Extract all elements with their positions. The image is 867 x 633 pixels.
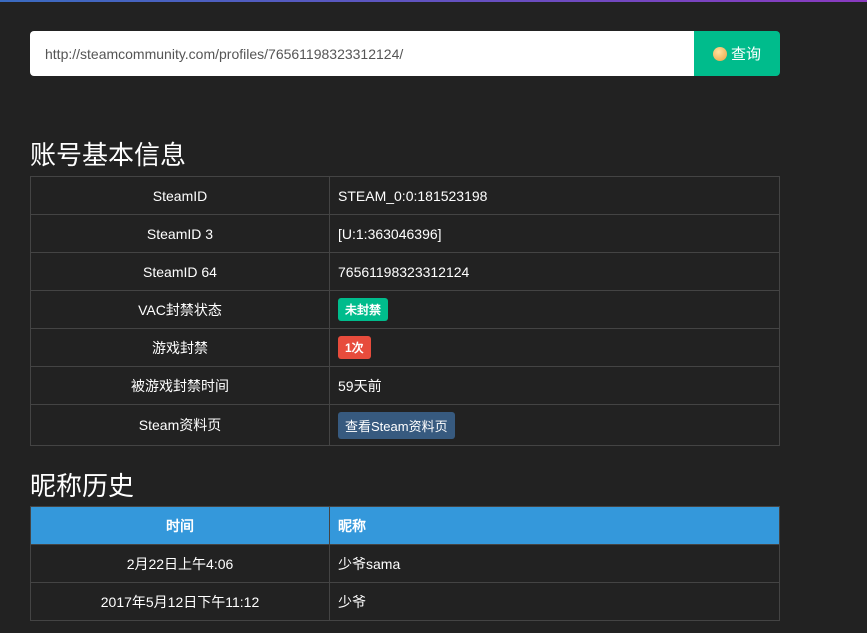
row-label: SteamID 64 [30, 252, 330, 291]
row-label: Steam资料页 [30, 404, 330, 446]
row-nickname: 少爷 [329, 582, 780, 621]
table-row: SteamID 3 [U:1:363046396] [30, 214, 780, 253]
table-row: SteamID 64 76561198323312124 [30, 252, 780, 291]
smiley-icon [712, 46, 727, 61]
row-time: 2月22日上午4:06 [30, 544, 330, 583]
table-row: 2月22日上午4:06 少爷sama [30, 544, 780, 583]
row-value: 59天前 [329, 366, 780, 405]
search-bar: 查询 [30, 31, 780, 76]
query-button[interactable]: 查询 [694, 31, 780, 76]
table-row: 2017年5月12日下午11:12 少爷 [30, 582, 780, 621]
row-label: SteamID 3 [30, 214, 330, 253]
row-label: 游戏封禁 [30, 328, 330, 367]
header-nickname: 昵称 [329, 506, 780, 545]
row-value: [U:1:363046396] [329, 214, 780, 253]
vac-status-badge: 未封禁 [338, 298, 389, 321]
nickname-history-title: 昵称历史 [30, 471, 135, 501]
row-value: STEAM_0:0:181523198 [329, 176, 780, 215]
table-header: 时间 昵称 [30, 506, 780, 545]
profile-url-input[interactable] [30, 31, 694, 76]
table-row: VAC封禁状态 未封禁 [30, 290, 780, 329]
table-row: SteamID STEAM_0:0:181523198 [30, 176, 780, 215]
game-ban-badge: 1次 [338, 336, 371, 359]
row-label: SteamID [30, 176, 330, 215]
basic-info-title: 账号基本信息 [30, 140, 187, 170]
table-row: Steam资料页 查看Steam资料页 [30, 404, 780, 446]
nickname-history-table: 时间 昵称 2月22日上午4:06 少爷sama 2017年5月12日下午11:12… [30, 506, 780, 621]
row-time: 2017年5月12日下午11:12 [30, 582, 330, 621]
row-value: 76561198323312124 [329, 252, 780, 291]
query-button-label: 查询 [730, 46, 761, 63]
row-label: VAC封禁状态 [30, 290, 330, 329]
row-label: 被游戏封禁时间 [30, 366, 330, 405]
top-accent-bar [0, 0, 867, 2]
table-row: 被游戏封禁时间 59天前 [30, 366, 780, 405]
row-nickname: 少爷sama [329, 544, 780, 583]
view-steam-profile-button[interactable]: 查看Steam资料页 [338, 411, 455, 439]
header-time: 时间 [30, 506, 330, 545]
basic-info-table: SteamID STEAM_0:0:181523198 SteamID 3 [U:1… [30, 176, 780, 446]
table-row: 游戏封禁 1次 [30, 328, 780, 367]
